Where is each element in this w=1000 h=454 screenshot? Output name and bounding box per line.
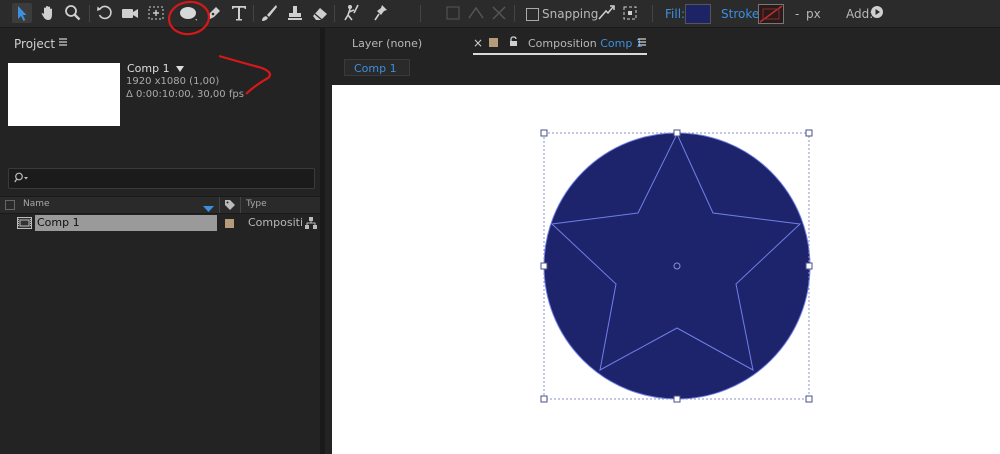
- flowchart-icon[interactable]: [304, 216, 318, 233]
- search-icon: [14, 172, 30, 187]
- shape-layer[interactable]: [332, 85, 1000, 454]
- stroke-width-value[interactable]: -: [795, 7, 799, 21]
- label-color-swatch[interactable]: [225, 219, 234, 228]
- eraser-tool-icon[interactable]: [310, 3, 330, 23]
- camera-tool-icon[interactable]: [120, 3, 140, 23]
- dropdown-arrow-icon[interactable]: [176, 62, 185, 75]
- project-item-name[interactable]: Comp 1: [35, 215, 217, 231]
- snap-edges-icon[interactable]: [596, 3, 616, 23]
- fill-color-swatch[interactable]: [685, 4, 711, 24]
- brush-tool-icon[interactable]: [259, 3, 279, 23]
- clone-stamp-tool-icon[interactable]: [285, 3, 305, 23]
- puppet-pin-tool-icon[interactable]: [372, 3, 392, 23]
- zoom-tool-icon[interactable]: [63, 3, 83, 23]
- close-tab-icon[interactable]: ×: [473, 36, 483, 50]
- tools-toolbar: Snapping Fill: Stroke: - px Add:: [0, 0, 1000, 28]
- add-play-icon[interactable]: [869, 4, 885, 20]
- axis-tool-icon: [489, 3, 509, 23]
- tag-icon[interactable]: [224, 199, 236, 214]
- active-tab-indicator: [473, 53, 647, 55]
- hand-tool-icon[interactable]: [38, 3, 58, 23]
- stroke-label[interactable]: Stroke:: [721, 7, 763, 21]
- snapping-checkbox[interactable]: [526, 8, 539, 21]
- composition-panel: Layer (none) × Composition Comp 1 Comp 1: [325, 28, 1000, 454]
- name-column-header[interactable]: Name: [23, 199, 50, 209]
- project-column-headers: Name Type: [0, 196, 320, 214]
- snap-points-icon[interactable]: [620, 3, 640, 23]
- project-panel: Project Comp 1 1920 x1080 (1,00) Δ 0:00:…: [0, 28, 320, 454]
- stroke-color-swatch[interactable]: [758, 4, 784, 24]
- comp-resolution: 1920 x1080 (1,00): [126, 76, 220, 87]
- comp-thumbnail: [8, 63, 120, 126]
- align-tool-icon: [443, 3, 463, 23]
- ellipse-shape: [543, 132, 811, 400]
- pen-tool-icon[interactable]: [204, 3, 224, 23]
- fill-label[interactable]: Fill:: [665, 7, 685, 21]
- comp-panel-menu-icon[interactable]: [637, 37, 647, 50]
- rotation-tool-icon[interactable]: [95, 3, 115, 23]
- path-tool-icon: [466, 3, 486, 23]
- project-item-type: Composition: [248, 216, 303, 229]
- ellipse-tool-icon[interactable]: [178, 3, 198, 23]
- composition-canvas[interactable]: [332, 85, 1000, 454]
- label-column-icon[interactable]: [5, 200, 15, 210]
- project-item-row[interactable]: Comp 1 Composition: [0, 214, 320, 232]
- snapping-label: Snapping: [542, 7, 599, 21]
- comp-label-swatch: [489, 38, 498, 47]
- composition-icon: [17, 217, 32, 232]
- composition-tab[interactable]: Composition Comp 1: [528, 37, 643, 50]
- stroke-width-unit: px: [806, 7, 821, 21]
- roto-brush-tool-icon[interactable]: [341, 3, 361, 23]
- project-panel-title[interactable]: Project: [14, 37, 55, 51]
- type-column-header[interactable]: Type: [246, 199, 267, 209]
- comp-navigator-tab[interactable]: Comp 1: [344, 59, 410, 76]
- comp-title[interactable]: Comp 1: [127, 62, 185, 75]
- pan-behind-tool-icon[interactable]: [146, 3, 166, 23]
- type-tool-icon[interactable]: [229, 3, 249, 23]
- selection-tool-icon[interactable]: [12, 3, 32, 23]
- project-search-input[interactable]: [8, 168, 315, 189]
- comp-duration: Δ 0:00:10:00, 30,00 fps: [126, 89, 244, 100]
- lock-icon[interactable]: [509, 36, 518, 50]
- panel-menu-icon[interactable]: [58, 37, 68, 50]
- layer-tab[interactable]: Layer (none): [352, 37, 422, 50]
